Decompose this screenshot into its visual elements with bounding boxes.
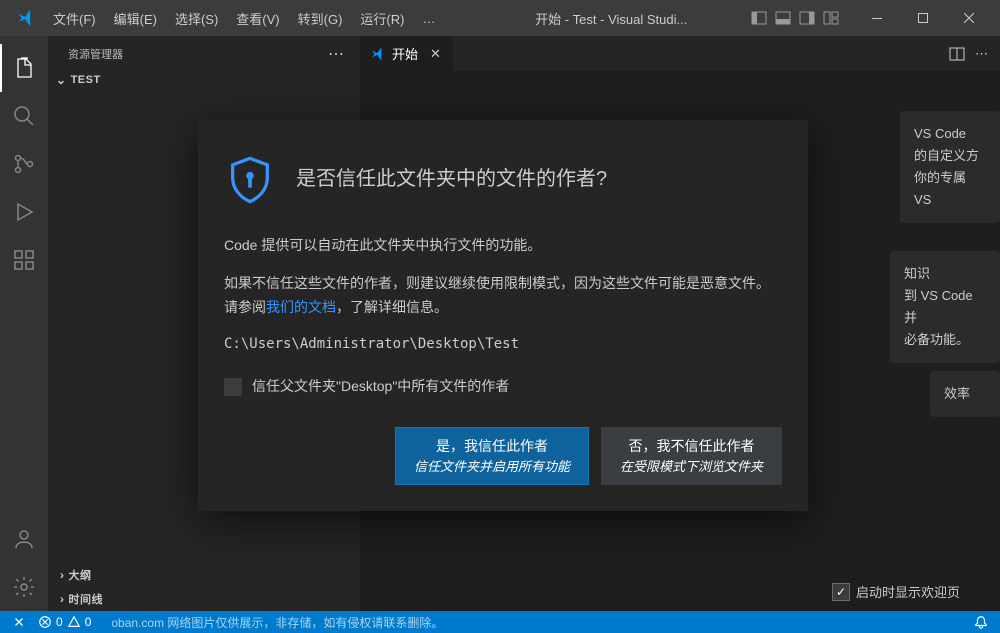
dialog-text: 如果不信任这些文件的作者，则建议继续使用限制模式，因为这些文件可能是恶意文件。请… bbox=[224, 272, 782, 320]
card-text: 必备功能。 bbox=[904, 329, 986, 351]
trust-no-button[interactable]: 否，我不信任此作者 在受限模式下浏览文件夹 bbox=[601, 427, 782, 486]
card-text: 到 VS Code 并 bbox=[904, 285, 986, 329]
toggle-panel-icon[interactable] bbox=[772, 7, 794, 29]
productivity-card-fragment[interactable]: 效率 bbox=[930, 371, 1000, 417]
minimize-button[interactable] bbox=[854, 0, 900, 36]
card-text: VS Code bbox=[914, 123, 986, 145]
timeline-section[interactable]: › 时间线 bbox=[48, 587, 360, 611]
customize-layout-icon[interactable] bbox=[820, 7, 842, 29]
vscode-logo-icon bbox=[370, 46, 386, 62]
sidebar-header: 资源管理器 ⋯ bbox=[48, 36, 360, 71]
error-count: 0 bbox=[56, 615, 63, 629]
chevron-down-icon: ⌄ bbox=[56, 73, 67, 87]
card-text: 知识 bbox=[904, 263, 986, 285]
menu-file[interactable]: 文件(F) bbox=[44, 5, 105, 32]
warning-icon bbox=[67, 615, 81, 629]
statusbar: 0 0 oban.com 网络图片仅供展示，非存储，如有侵权请联系删除。 bbox=[0, 611, 1000, 633]
show-welcome-checkbox-row[interactable]: ✓ 启动时显示欢迎页 bbox=[832, 582, 960, 601]
explorer-icon[interactable] bbox=[0, 44, 48, 92]
vscode-logo-icon bbox=[16, 8, 36, 28]
folder-path: C:\Users\Administrator\Desktop\Test bbox=[224, 333, 782, 357]
card-text: 的自定义方 bbox=[914, 145, 986, 167]
remote-indicator[interactable] bbox=[8, 611, 30, 633]
getstarted-card-fragment[interactable]: VS Code 的自定义方 你的专属 VS bbox=[900, 111, 1000, 223]
toggle-primary-sidebar-icon[interactable] bbox=[748, 7, 770, 29]
window-title: 开始 - Test - Visual Studi... bbox=[444, 9, 748, 28]
search-icon[interactable] bbox=[0, 92, 48, 140]
outline-label: 大纲 bbox=[69, 567, 92, 583]
dialog-title: 是否信任此文件夹中的文件的作者? bbox=[296, 162, 607, 191]
warning-count: 0 bbox=[85, 615, 92, 629]
learn-card-fragment[interactable]: 知识 到 VS Code 并 必备功能。 bbox=[890, 251, 1000, 363]
folder-name: TEST bbox=[71, 74, 101, 86]
window-controls bbox=[854, 0, 992, 36]
notifications-icon[interactable] bbox=[970, 611, 992, 633]
titlebar: 文件(F) 编辑(E) 选择(S) 查看(V) 转到(G) 运行(R) … 开始… bbox=[0, 0, 1000, 36]
toggle-secondary-sidebar-icon[interactable] bbox=[796, 7, 818, 29]
chevron-right-icon: › bbox=[60, 592, 65, 606]
checkbox-unchecked-icon[interactable] bbox=[224, 378, 242, 396]
tab-welcome[interactable]: 开始 ✕ bbox=[360, 36, 453, 71]
dialog-text: Code 提供可以自动在此文件夹中执行文件的功能。 bbox=[224, 234, 782, 258]
settings-gear-icon[interactable] bbox=[0, 563, 48, 611]
account-icon[interactable] bbox=[0, 515, 48, 563]
workspace-trust-dialog: 是否信任此文件夹中的文件的作者? Code 提供可以自动在此文件夹中执行文件的功… bbox=[198, 120, 808, 511]
tab-label: 开始 bbox=[392, 44, 418, 63]
button-sub-label: 在受限模式下浏览文件夹 bbox=[620, 457, 763, 477]
close-button[interactable] bbox=[946, 0, 992, 36]
tabs-bar: 开始 ✕ ⋯ bbox=[360, 36, 1000, 71]
split-editor-icon[interactable] bbox=[949, 46, 965, 62]
menu-edit[interactable]: 编辑(E) bbox=[105, 5, 166, 32]
outline-section[interactable]: › 大纲 bbox=[48, 563, 360, 587]
watermark-text: oban.com 网络图片仅供展示，非存储，如有侵权请联系删除。 bbox=[99, 614, 443, 631]
card-text: 你的专属 VS bbox=[914, 167, 986, 211]
checkbox-checked-icon[interactable]: ✓ bbox=[832, 583, 850, 601]
activitybar bbox=[0, 36, 48, 611]
editor-more-icon[interactable]: ⋯ bbox=[975, 46, 988, 62]
sidebar-more-icon[interactable]: ⋯ bbox=[328, 44, 344, 64]
button-main-label: 是，我信任此作者 bbox=[436, 438, 548, 454]
dialog-body: Code 提供可以自动在此文件夹中执行文件的功能。 如果不信任这些文件的作者，则… bbox=[224, 234, 782, 399]
button-main-label: 否，我不信任此作者 bbox=[628, 438, 754, 454]
trust-parent-label: 信任父文件夹"Desktop"中所有文件的作者 bbox=[252, 375, 509, 399]
menu-select[interactable]: 选择(S) bbox=[166, 5, 227, 32]
timeline-label: 时间线 bbox=[69, 591, 104, 607]
show-welcome-label: 启动时显示欢迎页 bbox=[856, 582, 960, 601]
chevron-right-icon: › bbox=[60, 568, 65, 582]
menu-goto[interactable]: 转到(G) bbox=[289, 5, 352, 32]
card-text: 效率 bbox=[944, 383, 986, 405]
tab-close-icon[interactable]: ✕ bbox=[428, 44, 443, 64]
layout-controls bbox=[748, 7, 854, 29]
button-sub-label: 信任文件夹并启用所有功能 bbox=[414, 457, 570, 477]
source-control-icon[interactable] bbox=[0, 140, 48, 188]
menu-view[interactable]: 查看(V) bbox=[227, 5, 288, 32]
run-debug-icon[interactable] bbox=[0, 188, 48, 236]
menu-run[interactable]: 运行(R) bbox=[351, 5, 413, 32]
dialog-buttons: 是，我信任此作者 信任文件夹并启用所有功能 否，我不信任此作者 在受限模式下浏览… bbox=[224, 427, 782, 486]
error-icon bbox=[38, 615, 52, 629]
sidebar-title: 资源管理器 bbox=[68, 46, 123, 62]
folder-root[interactable]: ⌄ TEST bbox=[48, 71, 360, 89]
problems-indicator[interactable]: 0 0 bbox=[34, 611, 95, 633]
shield-icon bbox=[224, 154, 276, 206]
maximize-button[interactable] bbox=[900, 0, 946, 36]
menu-more[interactable]: … bbox=[413, 7, 444, 30]
trust-yes-button[interactable]: 是，我信任此作者 信任文件夹并启用所有功能 bbox=[395, 427, 589, 486]
extensions-icon[interactable] bbox=[0, 236, 48, 284]
dialog-text-span: ，了解详细信息。 bbox=[336, 299, 448, 315]
docs-link[interactable]: 我们的文档 bbox=[266, 299, 336, 315]
trust-parent-checkbox-row[interactable]: 信任父文件夹"Desktop"中所有文件的作者 bbox=[224, 375, 782, 399]
